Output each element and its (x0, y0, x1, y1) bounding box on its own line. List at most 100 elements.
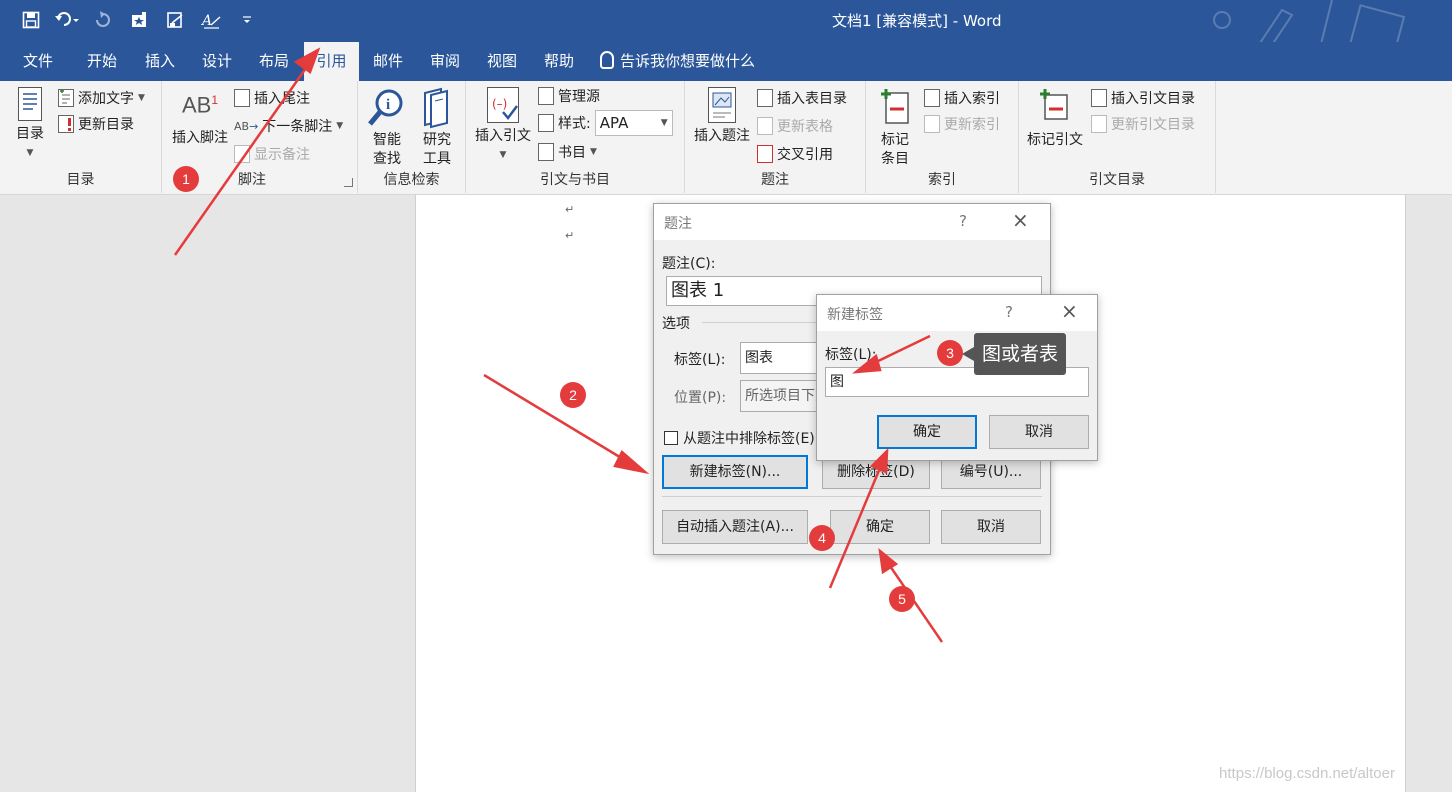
group-label-research: 信息检索 (383, 172, 440, 188)
tab-references[interactable]: 引用 (304, 42, 359, 81)
document-title: 文档1 [兼容模式] - Word (832, 12, 1002, 30)
close-icon[interactable]: × (1061, 299, 1078, 323)
tab-insert[interactable]: 插入 (134, 42, 186, 81)
format-icon[interactable]: A (198, 8, 224, 32)
cross-reference-label: 交叉引用 (777, 147, 833, 163)
autocaption-button[interactable]: 自动插入题注(A)... (662, 510, 808, 544)
update-toa-icon (1091, 115, 1107, 133)
label-label: 标签(L): (674, 352, 726, 368)
group-toa: 标记引文 插入引文目录 更新引文目录 引文目录 (1019, 81, 1216, 193)
smart-lookup-button[interactable]: i 智能 查找 (366, 87, 408, 169)
insert-caption-button[interactable]: 插入题注 (689, 87, 755, 146)
update-table-icon (757, 117, 773, 135)
update-toa-label: 更新引文目录 (1111, 117, 1195, 133)
help-icon[interactable]: ? (1005, 303, 1013, 321)
insert-table-of-figures-label: 插入表目录 (777, 91, 847, 107)
group-research: i 智能 查找 研究 工具 信息检索 (358, 81, 466, 193)
update-toc-button[interactable]: 更新目录 (58, 113, 134, 135)
show-notes-button[interactable]: 显示备注 (234, 143, 310, 165)
add-text-label: 添加文字 (78, 91, 134, 107)
insert-caption-icon (708, 87, 736, 123)
show-notes-label: 显示备注 (254, 147, 310, 163)
options-label: 选项 (662, 316, 690, 332)
toc-button[interactable]: 目录 ▼ (10, 87, 50, 163)
group-captions: 插入题注 插入表目录 更新表格 交叉引用 题注 (685, 81, 866, 193)
insert-citation-icon: (–) (487, 87, 519, 123)
insert-table-of-figures-button[interactable]: 插入表目录 (757, 87, 847, 109)
update-index-button[interactable]: 更新索引 (924, 113, 1000, 135)
bibliography-button[interactable]: 书目 ▼ (538, 141, 597, 163)
quick-access-toolbar: A (18, 8, 260, 32)
caption-text-label: 题注(C): (662, 256, 716, 272)
svg-text:i: i (386, 97, 390, 113)
chevron-down-icon: ▼ (499, 150, 507, 160)
tab-help[interactable]: 帮助 (533, 42, 585, 81)
tab-design[interactable]: 设计 (191, 42, 243, 81)
svg-text:A: A (201, 13, 212, 29)
dialog-launcher-icon[interactable] (344, 178, 353, 187)
cross-reference-button[interactable]: 交叉引用 (757, 143, 833, 165)
position-label: 位置(P): (674, 390, 727, 406)
update-table-button[interactable]: 更新表格 (757, 115, 833, 137)
insert-toa-icon (1091, 89, 1107, 107)
researcher-button[interactable]: 研究 工具 (416, 87, 458, 169)
insert-citation-button[interactable]: (–) 插入引文 ▼ (472, 87, 534, 165)
tab-layout[interactable]: 布局 (248, 42, 300, 81)
tab-view[interactable]: 视图 (476, 42, 528, 81)
annotation-badge-1: 1 (173, 166, 199, 192)
customize-qat-icon[interactable] (234, 8, 260, 32)
smart-lookup-label-2: 查找 (373, 151, 401, 167)
ribbon-tab-bar: 文件 开始 插入 设计 布局 引用 邮件 审阅 视图 帮助 告诉我你想要做什么 (0, 42, 1452, 81)
insert-index-button[interactable]: 插入索引 (924, 87, 1000, 109)
books-icon (416, 87, 458, 131)
ribbon-references: 目录 ▼ 添加文字 ▼ 更新目录 目录 AB1 插入脚注 插入尾注 AB→ 下一条… (0, 81, 1452, 195)
close-icon[interactable]: × (1012, 208, 1029, 232)
tab-mailings[interactable]: 邮件 (362, 42, 414, 81)
new-doc-icon[interactable] (126, 8, 152, 32)
update-index-icon (924, 115, 940, 133)
insert-toa-button[interactable]: 插入引文目录 (1091, 87, 1195, 109)
insert-citation-label: 插入引文 (475, 128, 531, 144)
new-label-field-label: 标签(L): (825, 347, 877, 363)
insert-footnote-label: 插入脚注 (172, 130, 228, 146)
mark-entry-button[interactable]: 标记 条目 (872, 87, 918, 169)
undo-icon[interactable] (54, 8, 80, 32)
add-text-button[interactable]: 添加文字 ▼ (58, 87, 145, 109)
group-label-toc: 目录 (66, 172, 95, 188)
style-dropdown[interactable]: APA ▼ (594, 110, 673, 136)
exclude-label-checkbox[interactable] (664, 431, 678, 445)
mark-entry-label-2: 条目 (881, 151, 909, 167)
manage-sources-label: 管理源 (558, 89, 600, 105)
new-label-button[interactable]: 新建标签(N)... (662, 455, 808, 489)
title-bar: A 文档1 [兼容模式] - Word (0, 0, 1452, 80)
next-footnote-button[interactable]: AB→ 下一条脚注 ▼ (234, 115, 343, 137)
researcher-label-1: 研究 (423, 132, 451, 148)
help-icon[interactable]: ? (959, 212, 967, 230)
insert-index-label: 插入索引 (944, 91, 1000, 107)
caption-cancel-button[interactable]: 取消 (941, 510, 1041, 544)
watermark: https://blog.csdn.net/altoer (1219, 765, 1395, 782)
tab-file[interactable]: 文件 (12, 42, 64, 81)
update-toa-button[interactable]: 更新引文目录 (1091, 113, 1195, 135)
mark-citation-button[interactable]: 标记引文 (1023, 87, 1087, 150)
insert-endnote-button[interactable]: 插入尾注 (234, 87, 310, 109)
new-label-cancel-button[interactable]: 取消 (989, 415, 1089, 449)
tab-review[interactable]: 审阅 (419, 42, 471, 81)
toc-icon (18, 87, 42, 121)
tell-me-search[interactable]: 告诉我你想要做什么 (600, 42, 755, 81)
annotation-badge-2: 2 (560, 382, 586, 408)
tab-home[interactable]: 开始 (76, 42, 128, 81)
caption-ok-button[interactable]: 确定 (830, 510, 930, 544)
group-label-index: 索引 (928, 172, 956, 188)
new-label-ok-button[interactable]: 确定 (877, 415, 977, 449)
insert-index-icon (924, 89, 940, 107)
style-icon (538, 114, 554, 132)
update-index-label: 更新索引 (944, 117, 1000, 133)
next-footnote-label: 下一条脚注 (262, 119, 333, 135)
manage-sources-button[interactable]: 管理源 (538, 85, 600, 107)
insert-footnote-button[interactable]: AB1 插入脚注 (168, 91, 232, 148)
print-preview-icon[interactable] (162, 8, 188, 32)
save-icon[interactable] (18, 8, 44, 32)
redo-icon[interactable] (90, 8, 116, 32)
group-label-captions: 题注 (761, 172, 789, 188)
